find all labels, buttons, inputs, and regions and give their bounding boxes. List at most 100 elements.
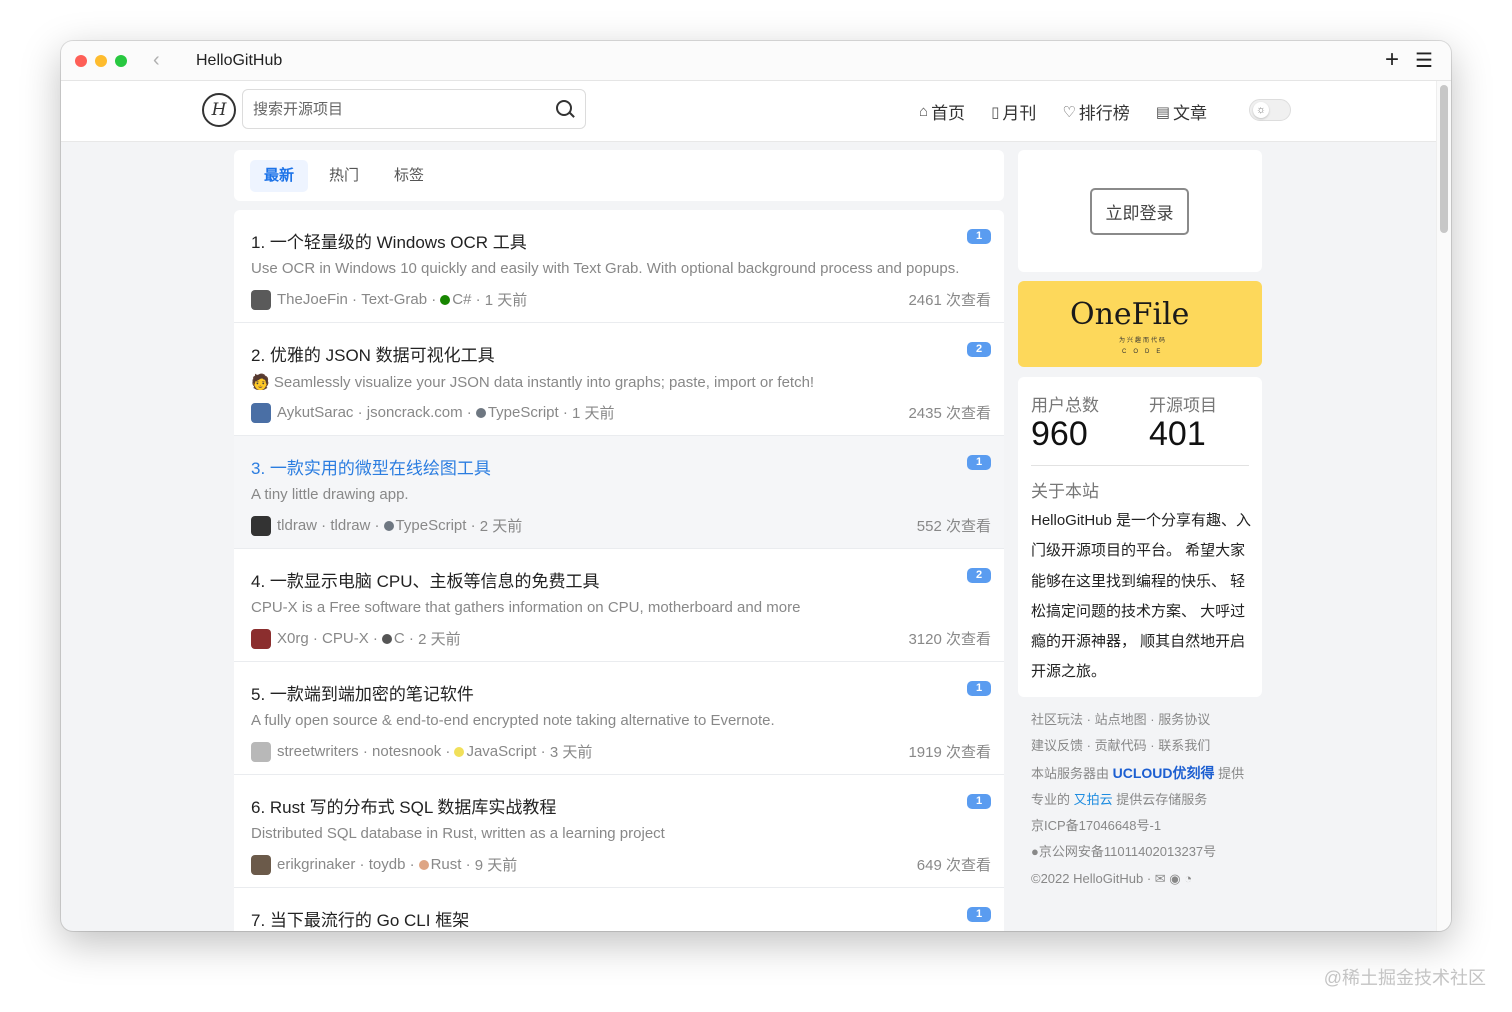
plus-icon[interactable]: + — [1385, 46, 1399, 74]
footer-link[interactable]: 社区玩法 — [1031, 712, 1083, 727]
close-window-button[interactable] — [75, 55, 87, 67]
icp-link[interactable]: 京ICP备17046648号-1 — [1031, 813, 1244, 839]
project-meta: tldraw · tldraw · TypeScript · 2 天前 — [251, 515, 522, 536]
sponsor-logo: OneFile — [1070, 297, 1190, 332]
window-title: HelloGitHub — [196, 52, 283, 69]
ucloud-logo[interactable]: UCLOUD优刻得 — [1113, 765, 1215, 781]
footer-link[interactable]: 联系我们 — [1158, 738, 1210, 753]
login-button[interactable]: 立即登录 — [1090, 188, 1189, 235]
wechat-icon[interactable]: ✉ — [1155, 871, 1166, 886]
theme-toggle[interactable]: ☼ — [1249, 99, 1291, 121]
author-name[interactable]: streetwriters — [277, 743, 359, 760]
zoom-window-button[interactable] — [115, 55, 127, 67]
project-title[interactable]: 7. 当下最流行的 Go CLI 框架 — [251, 906, 469, 931]
project-item[interactable]: 7. 当下最流行的 Go CLI 框架 1 — [234, 888, 1004, 931]
nav-item[interactable]: ▤ 文章 — [1156, 99, 1207, 124]
search-input[interactable] — [242, 89, 586, 129]
repo-name: tldraw — [330, 517, 371, 534]
sponsor-banner[interactable]: OneFile 为兴趣而代码 CODE — [1018, 281, 1262, 367]
scrollbar[interactable] — [1436, 81, 1451, 931]
footer-link[interactable]: 服务协议 — [1158, 712, 1210, 727]
language-dot — [475, 407, 486, 418]
view-count: 2435 次查看 — [908, 405, 991, 422]
author-name[interactable]: X0rg — [277, 630, 309, 647]
copyright: ©2022 HelloGitHub — [1031, 870, 1144, 886]
project-item[interactable]: 4. 一款显示电脑 CPU、主板等信息的免费工具 2 CPU-X is a Free… — [234, 549, 1004, 662]
language-name: C# — [452, 291, 472, 308]
tabs-bar: 最新 热门 标签 — [234, 150, 1004, 201]
server-credit: 本站服务器由 UCLOUD优刻得 提供 — [1031, 760, 1244, 787]
watermark: @稀土掘金技术社区 — [1323, 968, 1486, 988]
project-description: Distributed SQL database in Rust, writte… — [251, 825, 665, 842]
home-icon: ⌂ — [919, 103, 929, 120]
nav-item[interactable]: ♡ 排行榜 — [1062, 99, 1129, 124]
post-time: 2 天前 — [479, 518, 523, 535]
site-logo[interactable]: H — [202, 93, 236, 127]
post-time: 9 天前 — [474, 857, 518, 874]
separator: · — [404, 630, 419, 647]
project-item[interactable]: 1. 一个轻量级的 Windows OCR 工具 1 Use OCR in Wind… — [234, 210, 1004, 323]
chevron-left-icon[interactable]: ‹ — [153, 49, 160, 72]
nav-item[interactable]: ⌂ 首页 — [919, 99, 965, 124]
view-count: 3120 次查看 — [908, 631, 991, 648]
users-label: 用户总数 — [1031, 396, 1099, 415]
language-dot — [440, 294, 451, 305]
separator: · — [536, 743, 550, 760]
weibo-icon[interactable]: ◉ — [1169, 871, 1180, 886]
storage-credit-post: 提供云存储服务 — [1116, 791, 1208, 807]
about-text: HelloGitHub 是一个分享有趣、入门级开源项目的平台。 希望大家能够在这… — [1031, 512, 1252, 681]
footer-link[interactable]: 站点地图 — [1095, 712, 1147, 727]
separator: · — [1086, 712, 1091, 727]
site-footer: 社区玩法 · 站点地图 · 服务协议 建议反馈 · 贡献代码 · 联系我们 本站服务… — [1031, 707, 1244, 892]
author-name[interactable]: tldraw — [277, 517, 317, 534]
project-title[interactable]: 4. 一款显示电脑 CPU、主板等信息的免费工具 — [251, 567, 600, 592]
scrollbar-thumb[interactable] — [1440, 85, 1448, 233]
upyun-logo[interactable]: 又拍云 — [1074, 792, 1113, 807]
storage-credit-pre: 专业的 — [1031, 791, 1071, 807]
comment-count-badge: 1 — [967, 794, 991, 809]
project-item[interactable]: 5. 一款端到端加密的笔记软件 1 A fully open source & en… — [234, 662, 1004, 775]
project-item[interactable]: 6. Rust 写的分布式 SQL 数据库实战教程 1 Distributed SQ… — [234, 775, 1004, 888]
author-name[interactable]: AykutSarac — [277, 404, 353, 421]
about-title: 关于本站 — [1031, 482, 1099, 501]
project-title[interactable]: 2. 优雅的 JSON 数据可视化工具 — [251, 341, 495, 366]
minimize-window-button[interactable] — [95, 55, 107, 67]
article-icon: ▤ — [1155, 103, 1170, 121]
post-time: 2 天前 — [418, 631, 461, 648]
separator: · — [1150, 738, 1155, 754]
project-title[interactable]: 1. 一个轻量级的 Windows OCR 工具 — [251, 228, 527, 253]
author-avatar[interactable] — [251, 628, 271, 649]
author-name[interactable]: erikgrinaker — [277, 856, 355, 873]
separator: · — [317, 517, 331, 534]
project-title[interactable]: 5. 一款端到端加密的笔记软件 — [251, 680, 474, 705]
view-count: 1919 次查看 — [908, 744, 991, 761]
project-title[interactable]: 3. 一款实用的微型在线绘图工具 — [251, 454, 491, 479]
rss-icon[interactable]: ◔ — [1184, 871, 1192, 886]
tab-latest[interactable]: 最新 — [250, 160, 309, 192]
project-title[interactable]: 6. Rust 写的分布式 SQL 数据库实战教程 — [251, 793, 556, 818]
author-avatar[interactable] — [251, 515, 271, 536]
tab-tags[interactable]: 标签 — [380, 160, 438, 192]
search-icon[interactable] — [556, 100, 572, 116]
nav-item-label: 月刊 — [1002, 104, 1037, 123]
project-item[interactable]: 2. 优雅的 JSON 数据可视化工具 2 🧑 Seamlessly visuali… — [234, 323, 1004, 436]
footer-link[interactable]: 贡献代码 — [1095, 738, 1147, 753]
author-avatar[interactable] — [251, 854, 271, 875]
footer-link[interactable]: 建议反馈 — [1031, 738, 1083, 753]
repo-name: jsoncrack.com — [366, 404, 463, 421]
project-item[interactable]: 3. 一款实用的微型在线绘图工具 1 A tiny little drawing a… — [234, 436, 1004, 549]
trophy-icon: ♡ — [1062, 103, 1076, 121]
police-record[interactable]: ●京公网安备11011402013237号 — [1031, 839, 1244, 865]
author-avatar[interactable] — [251, 402, 271, 423]
author-avatar[interactable] — [251, 289, 271, 310]
site-header: H ⌂首页 ▯月刊 ♡排行榜 ▤文章 ☼ — [61, 81, 1451, 142]
author-name[interactable]: TheJoeFin — [277, 291, 348, 308]
separator: · — [347, 291, 362, 308]
language-dot — [381, 633, 392, 644]
author-avatar[interactable] — [251, 741, 271, 762]
menu-icon[interactable]: ☰ — [1415, 48, 1433, 73]
nav-item[interactable]: ▯ 月刊 — [991, 99, 1036, 124]
sun-icon: ☼ — [1253, 102, 1269, 118]
tab-hot[interactable]: 热门 — [315, 160, 373, 192]
login-card: 立即登录 — [1018, 150, 1262, 272]
